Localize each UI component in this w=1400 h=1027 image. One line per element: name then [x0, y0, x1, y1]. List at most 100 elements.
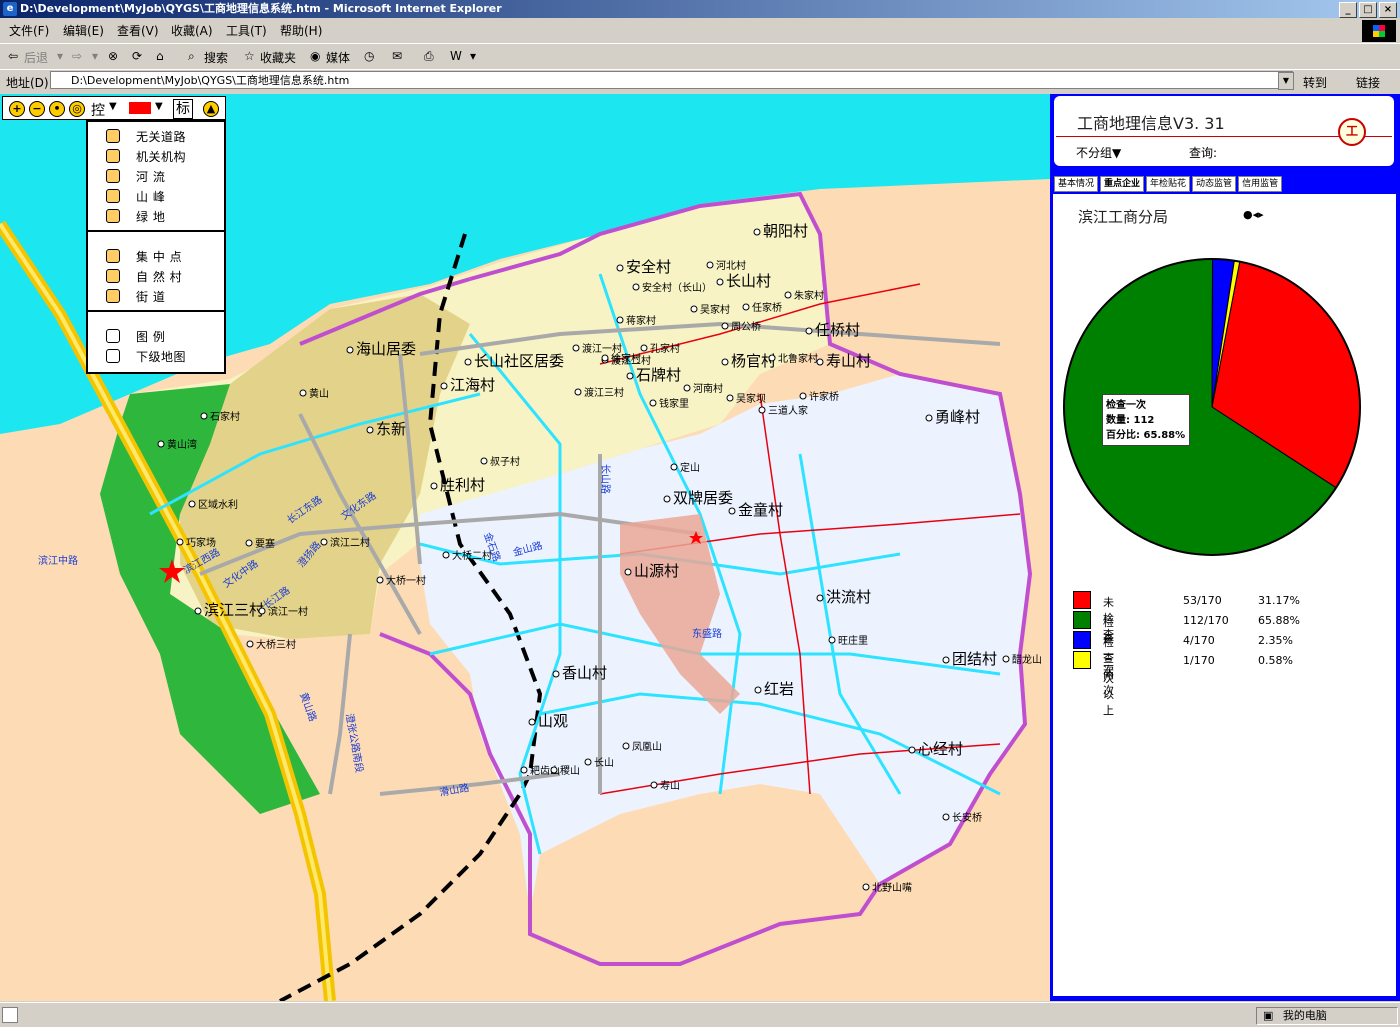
pan-label[interactable]: 控	[91, 100, 105, 120]
favorites-button[interactable]: 收藏夹	[260, 49, 296, 66]
place-label: 钱家里	[659, 397, 689, 410]
village-marker	[299, 389, 307, 397]
address-dropdown-icon[interactable]: ▼	[1278, 72, 1294, 90]
locate-icon[interactable]: ◎	[69, 101, 85, 117]
legend-name: 二次以上	[1103, 656, 1114, 717]
place-label: 大桥一村	[386, 574, 426, 587]
menu-bar: 文件(F) 编辑(E) 查看(V) 收藏(A) 工具(T) 帮助(H)	[0, 19, 1400, 41]
zoom-out-icon[interactable]: −	[29, 101, 45, 117]
village-marker	[366, 426, 374, 434]
back-arrow-icon[interactable]: ⇦	[8, 49, 18, 63]
media-button[interactable]: 媒体	[326, 49, 350, 66]
color-dropdown-icon[interactable]: ▼	[155, 101, 163, 112]
place-label: 长安桥	[952, 811, 982, 824]
village-marker	[572, 344, 580, 352]
pie-nav[interactable]: ●◂▸	[1243, 208, 1264, 221]
pan-dropdown-icon[interactable]: ▼	[109, 101, 117, 112]
place-label: 醋龙山	[1012, 653, 1042, 666]
village-marker	[726, 394, 734, 402]
village-marker	[816, 358, 824, 366]
minimize-button[interactable]: _	[1339, 2, 1357, 18]
address-bar: 地址(D) D:\Development\MyJob\QYGS\工商地理信息系统…	[0, 69, 1400, 92]
back-button[interactable]: 后退	[24, 49, 48, 66]
menu-view[interactable]: 查看(V)	[117, 22, 159, 39]
menu-file[interactable]: 文件(F)	[9, 22, 49, 39]
favorites-icon[interactable]: ☆	[244, 49, 255, 63]
village-marker	[464, 358, 472, 366]
place-label: 双牌居委	[673, 489, 733, 507]
tooltip-line-3: 百分比: 65.88%	[1106, 430, 1186, 441]
legend-percent: 2.35%	[1258, 634, 1293, 647]
stop-icon[interactable]: ⊗	[108, 49, 118, 63]
village-marker	[200, 412, 208, 420]
mail-icon[interactable]: ✉	[392, 49, 402, 63]
menu-help[interactable]: 帮助(H)	[280, 22, 322, 39]
village-marker	[616, 264, 624, 272]
query-label[interactable]: 查询:	[1189, 144, 1217, 161]
zoom-in-icon[interactable]: +	[9, 101, 25, 117]
back-dropdown-icon[interactable]: ▾	[57, 49, 63, 63]
mark-button[interactable]: 标	[173, 99, 193, 119]
village-marker	[442, 551, 450, 559]
legend-swatch	[1073, 631, 1091, 649]
color-swatch[interactable]	[129, 102, 151, 114]
place-label: 朱家村	[794, 289, 824, 302]
maximize-button[interactable]: □	[1359, 2, 1377, 18]
forward-dropdown-icon[interactable]: ▾	[92, 49, 98, 63]
menu-tools[interactable]: 工具(T)	[226, 22, 267, 39]
zone-indicator: ▣ 我的电脑	[1256, 1007, 1398, 1025]
branch-name: 滨江工商分局	[1078, 208, 1169, 226]
home-icon[interactable]: ⌂	[156, 49, 164, 63]
tab-annual-check[interactable]: 年检贴花	[1146, 176, 1191, 192]
village-marker	[728, 507, 736, 515]
legend-count: 1/170	[1183, 654, 1215, 667]
place-label: 安全村（长山）	[642, 281, 712, 294]
place-label: 黄山	[309, 387, 329, 400]
legend-percent: 31.17%	[1258, 594, 1300, 607]
road-label: 东盛路	[692, 627, 722, 640]
forward-arrow-icon[interactable]: ⇨	[72, 49, 82, 63]
tab-dynamic-supervision[interactable]: 动态监管	[1192, 176, 1237, 192]
place-label: 心经村	[918, 740, 963, 758]
village-marker	[528, 718, 536, 726]
place-label: 三道人家	[768, 404, 808, 417]
tab-credit-supervision[interactable]: 信用监管	[1238, 176, 1283, 192]
close-button[interactable]: ×	[1379, 2, 1397, 18]
center-icon[interactable]: •	[49, 101, 65, 117]
menu-edit[interactable]: 编辑(E)	[63, 22, 104, 39]
menu-favorites[interactable]: 收藏(A)	[171, 22, 213, 39]
village-marker	[376, 576, 384, 584]
place-label: 任桥村	[815, 321, 860, 339]
group-select[interactable]: 不分组▼	[1076, 144, 1121, 161]
village-marker	[194, 607, 202, 615]
layer-separator	[88, 310, 224, 312]
layer-menu: + − • ◎ 控 ▼ ▼ 标 ▲ 无关道路 机关机构 河 流 山 峰 绿 地 …	[2, 96, 226, 374]
history-icon[interactable]: ◷	[364, 49, 374, 63]
village-marker	[622, 742, 630, 750]
go-button[interactable]: 转到	[1303, 74, 1327, 91]
place-label: 杨官村	[731, 352, 776, 370]
road-label: 滨江中路	[38, 554, 78, 567]
place-label: 山源村	[634, 562, 679, 580]
place-label: 安全村	[626, 258, 671, 276]
place-label: 徐家村	[611, 352, 641, 365]
village-marker	[188, 500, 196, 508]
zone-label: 我的电脑	[1282, 1009, 1327, 1022]
tab-basic[interactable]: 基本情况	[1054, 176, 1099, 192]
media-icon[interactable]: ◉	[310, 49, 320, 63]
refresh-icon[interactable]: ⟳	[132, 49, 142, 63]
search-button[interactable]: 搜索	[204, 49, 228, 66]
print-icon[interactable]: ⎙	[424, 49, 434, 64]
eject-icon[interactable]: ▲	[203, 101, 219, 117]
place-label: 红岩	[764, 680, 794, 698]
village-marker	[805, 327, 813, 335]
tab-key-enterprise[interactable]: 重点企业	[1100, 176, 1145, 192]
search-icon[interactable]: ⌕	[188, 49, 195, 64]
place-label: 勇峰村	[935, 408, 980, 426]
edit-icon[interactable]: W	[450, 49, 462, 63]
village-marker	[683, 384, 691, 392]
links-button[interactable]: 链接	[1356, 74, 1380, 91]
road-label: 长山路	[599, 464, 612, 494]
address-input[interactable]: D:\Development\MyJob\QYGS\工商地理信息系统.htm	[50, 71, 1293, 89]
edit-dropdown-icon[interactable]: ▾	[470, 49, 476, 63]
